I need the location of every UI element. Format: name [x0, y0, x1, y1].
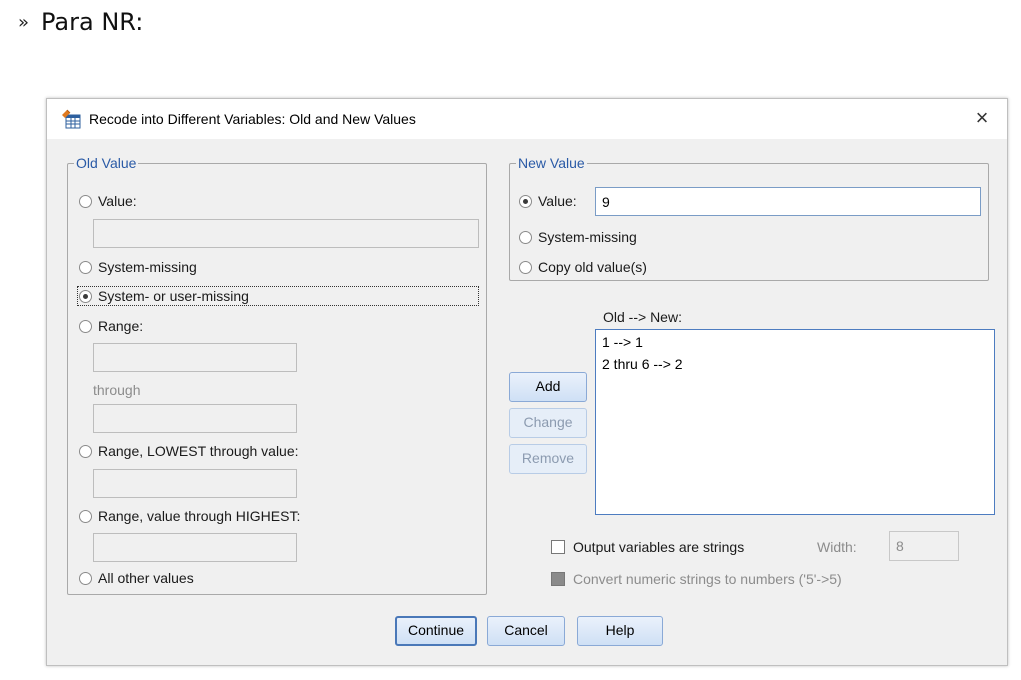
range-to-input[interactable] — [93, 404, 297, 433]
recode-list-header: Old --> New: — [603, 309, 682, 325]
new-value-radio[interactable]: Value: — [519, 193, 577, 209]
new-system-missing-label: System-missing — [538, 229, 637, 245]
recode-list-item[interactable]: 2 thru 6 --> 2 — [596, 352, 994, 374]
radio-icon — [519, 230, 532, 244]
recode-dialog: Recode into Different Variables: Old and… — [46, 98, 1008, 666]
output-strings-checkbox[interactable]: Output variables are strings — [551, 539, 744, 555]
convert-numeric-checkbox[interactable]: Convert numeric strings to numbers ('5'-… — [551, 571, 842, 587]
all-other-values-label: All other values — [98, 570, 194, 586]
all-other-values-radio[interactable]: All other values — [79, 570, 194, 586]
through-label: through — [93, 382, 141, 398]
old-system-missing-radio[interactable]: System-missing — [79, 259, 197, 275]
range-highest-label: Range, value through HIGHEST: — [98, 508, 301, 524]
old-range-label: Range: — [98, 318, 144, 334]
change-button[interactable]: Change — [509, 408, 587, 438]
new-value-label: Value: — [538, 193, 577, 209]
range-highest-input[interactable] — [93, 533, 297, 562]
range-from-input[interactable] — [93, 343, 297, 372]
old-sys-or-user-missing-label: System- or user-missing — [98, 288, 249, 304]
checkbox-icon — [551, 540, 565, 554]
range-highest-radio[interactable]: Range, value through HIGHEST: — [79, 508, 300, 524]
bullet-glyph: » — [18, 11, 30, 33]
width-label-text: Width: — [817, 539, 857, 555]
radio-selected-icon — [519, 194, 532, 208]
old-value-input[interactable] — [93, 219, 479, 248]
radio-icon — [519, 260, 532, 274]
radio-icon — [79, 571, 92, 585]
recode-list-item[interactable]: 1 --> 1 — [596, 330, 994, 352]
radio-icon — [79, 509, 92, 523]
cancel-button[interactable]: Cancel — [487, 616, 565, 646]
continue-button[interactable]: Continue — [395, 616, 477, 646]
range-lowest-radio[interactable]: Range, LOWEST through value: — [79, 443, 299, 459]
old-range-radio[interactable]: Range: — [79, 318, 143, 334]
width-input[interactable]: 8 — [889, 531, 959, 561]
slide-heading: » Para NR: — [18, 8, 143, 36]
old-value-legend: Old Value — [76, 155, 137, 171]
new-value-legend: New Value — [518, 155, 585, 171]
help-button[interactable]: Help — [577, 616, 663, 646]
recode-list[interactable]: 1 --> 1 2 thru 6 --> 2 — [595, 329, 995, 515]
copy-old-values-radio[interactable]: Copy old value(s) — [519, 259, 647, 275]
range-lowest-label: Range, LOWEST through value: — [98, 443, 299, 459]
dialog-titlebar: Recode into Different Variables: Old and… — [47, 99, 1007, 139]
remove-button[interactable]: Remove — [509, 444, 587, 474]
dialog-title: Recode into Different Variables: Old and… — [89, 111, 416, 127]
old-system-missing-label: System-missing — [98, 259, 197, 275]
range-lowest-input[interactable] — [93, 469, 297, 498]
output-strings-label: Output variables are strings — [573, 539, 745, 555]
width-label: Width: — [817, 539, 857, 555]
radio-icon — [79, 194, 92, 208]
old-value-label: Value: — [98, 193, 137, 209]
add-button[interactable]: Add — [509, 372, 587, 402]
radio-icon — [79, 260, 92, 274]
radio-selected-icon — [79, 289, 92, 303]
old-value-radio[interactable]: Value: — [79, 193, 137, 209]
spss-table-icon — [61, 109, 81, 129]
radio-icon — [79, 444, 92, 458]
new-system-missing-radio[interactable]: System-missing — [519, 229, 637, 245]
copy-old-values-label: Copy old value(s) — [538, 259, 647, 275]
old-sys-or-user-missing-radio[interactable]: System- or user-missing — [77, 286, 479, 306]
close-icon[interactable]: × — [971, 107, 993, 129]
width-input-text: 8 — [896, 538, 904, 554]
convert-numeric-label: Convert numeric strings to numbers ('5'-… — [573, 571, 842, 587]
checkbox-disabled-icon — [551, 572, 565, 586]
new-value-input-text: 9 — [602, 194, 610, 210]
new-value-input[interactable]: 9 — [595, 187, 981, 216]
radio-icon — [79, 319, 92, 333]
slide-heading-text: Para NR: — [41, 8, 144, 36]
